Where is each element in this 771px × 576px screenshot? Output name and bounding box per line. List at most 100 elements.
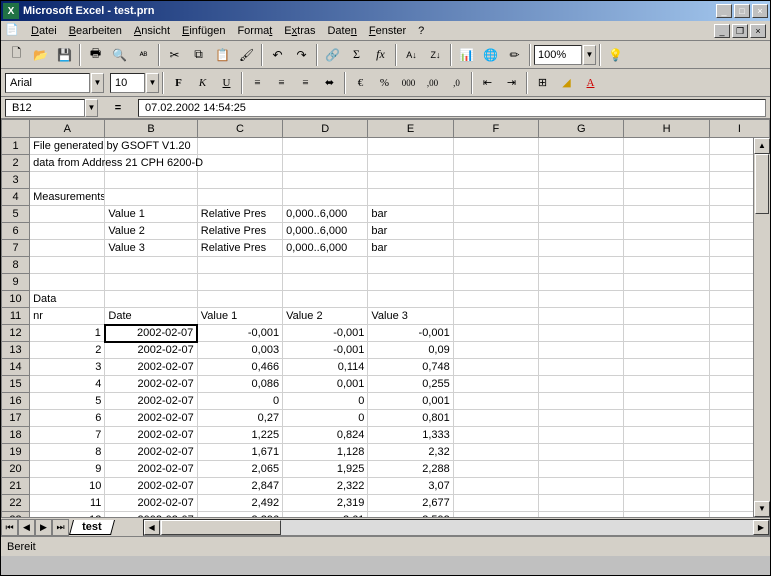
cell[interactable] <box>283 291 368 308</box>
cell[interactable] <box>197 138 282 155</box>
cell[interactable] <box>197 172 282 189</box>
cell[interactable]: -0,001 <box>368 325 453 342</box>
cell[interactable] <box>539 478 624 495</box>
cell[interactable] <box>368 257 453 274</box>
cell[interactable] <box>453 325 538 342</box>
map-icon[interactable]: 🌐 <box>479 44 502 66</box>
tab-prev-icon[interactable]: ◀ <box>18 519 35 536</box>
cell[interactable] <box>624 495 709 512</box>
cell[interactable] <box>197 274 282 291</box>
row-header[interactable]: 8 <box>2 257 30 274</box>
decrease-decimal-icon[interactable]: ,0 <box>445 72 468 94</box>
column-header-C[interactable]: C <box>197 120 282 138</box>
select-all-corner[interactable] <box>2 120 30 138</box>
cell[interactable] <box>368 274 453 291</box>
cell[interactable]: 2002-02-07 <box>105 495 197 512</box>
cell[interactable]: 2,847 <box>197 478 282 495</box>
print-icon[interactable]: 🖶 <box>84 44 107 66</box>
scroll-right-icon[interactable]: ▶ <box>753 520 769 535</box>
align-right-icon[interactable]: ≡ <box>294 72 317 94</box>
cell[interactable] <box>283 172 368 189</box>
row-header[interactable]: 21 <box>2 478 30 495</box>
currency-icon[interactable]: € <box>349 72 372 94</box>
cell[interactable]: 2,61 <box>283 512 368 518</box>
cell[interactable] <box>539 308 624 325</box>
hyperlink-icon[interactable]: 🔗 <box>321 44 344 66</box>
cell[interactable] <box>624 444 709 461</box>
cell[interactable]: data from Address 21 CPH 6200-D <box>30 155 105 172</box>
cell[interactable]: nr <box>30 308 105 325</box>
cell[interactable] <box>624 240 709 257</box>
cell[interactable]: 0 <box>283 410 368 427</box>
cell[interactable]: 0,000..6,000 <box>283 223 368 240</box>
cell[interactable] <box>624 138 709 155</box>
cell[interactable]: 0,000..6,000 <box>283 240 368 257</box>
horizontal-scrollbar[interactable]: ◀ ▶ <box>143 519 770 536</box>
open-icon[interactable]: 📂 <box>29 44 52 66</box>
cell[interactable]: 0 <box>283 393 368 410</box>
cell[interactable]: 0,086 <box>197 376 282 393</box>
cell[interactable] <box>368 172 453 189</box>
cell[interactable] <box>539 223 624 240</box>
scroll-thumb[interactable] <box>755 154 769 214</box>
row-header[interactable]: 15 <box>2 376 30 393</box>
cell[interactable]: 4 <box>30 376 105 393</box>
cell[interactable]: bar <box>368 223 453 240</box>
cell[interactable] <box>453 257 538 274</box>
decrease-indent-icon[interactable]: ⇤ <box>476 72 499 94</box>
cell[interactable] <box>368 189 453 206</box>
cell[interactable] <box>453 461 538 478</box>
drawing-icon[interactable]: ✏ <box>503 44 526 66</box>
cell[interactable] <box>624 512 709 518</box>
align-left-icon[interactable]: ≡ <box>246 72 269 94</box>
cell[interactable] <box>624 291 709 308</box>
cell[interactable]: 3,07 <box>368 478 453 495</box>
cell[interactable]: 2002-02-07 <box>105 512 197 518</box>
cell[interactable] <box>453 240 538 257</box>
menu-fenster[interactable]: Fenster <box>363 23 412 39</box>
cell[interactable] <box>368 155 453 172</box>
menu-datei[interactable]: Datei <box>25 23 63 39</box>
cell[interactable] <box>624 308 709 325</box>
scroll-left-icon[interactable]: ◀ <box>144 520 160 535</box>
cell[interactable] <box>539 461 624 478</box>
row-header[interactable]: 23 <box>2 512 30 518</box>
cell[interactable] <box>624 155 709 172</box>
cell[interactable] <box>453 189 538 206</box>
cell[interactable]: 0,003 <box>197 342 282 359</box>
column-header-H[interactable]: H <box>624 120 709 138</box>
chart-icon[interactable]: 📊 <box>455 44 478 66</box>
cell[interactable] <box>453 478 538 495</box>
cell[interactable] <box>197 155 282 172</box>
cell[interactable] <box>539 155 624 172</box>
cell[interactable] <box>539 257 624 274</box>
row-header[interactable]: 12 <box>2 325 30 342</box>
row-header[interactable]: 10 <box>2 291 30 308</box>
cell[interactable]: 11 <box>30 495 105 512</box>
menu-hilfe[interactable]: ? <box>412 23 430 39</box>
cut-icon[interactable]: ✂ <box>163 44 186 66</box>
cell[interactable]: 2002-02-07 <box>105 461 197 478</box>
cell[interactable] <box>105 291 197 308</box>
cell[interactable] <box>453 291 538 308</box>
cell[interactable] <box>30 240 105 257</box>
sheet-tab-test[interactable]: test <box>69 520 115 535</box>
cell[interactable]: 0,001 <box>368 393 453 410</box>
cell[interactable]: 2,32 <box>368 444 453 461</box>
borders-icon[interactable]: ⊞ <box>531 72 554 94</box>
cell[interactable]: 2,319 <box>283 495 368 512</box>
row-header[interactable]: 4 <box>2 189 30 206</box>
cell[interactable] <box>539 189 624 206</box>
row-header[interactable]: 1 <box>2 138 30 155</box>
cell[interactable]: 2002-02-07 <box>105 342 197 359</box>
row-header[interactable]: 17 <box>2 410 30 427</box>
cell[interactable]: Relative Pres <box>197 206 282 223</box>
menu-ansicht[interactable]: Ansicht <box>128 23 176 39</box>
font-size-dropdown[interactable]: ▼ <box>146 73 159 93</box>
cell[interactable] <box>624 410 709 427</box>
cell[interactable] <box>453 410 538 427</box>
print-preview-icon[interactable]: 🔍 <box>108 44 131 66</box>
column-header-F[interactable]: F <box>453 120 538 138</box>
row-header[interactable]: 16 <box>2 393 30 410</box>
mdi-minimize-button[interactable]: _ <box>714 24 730 38</box>
